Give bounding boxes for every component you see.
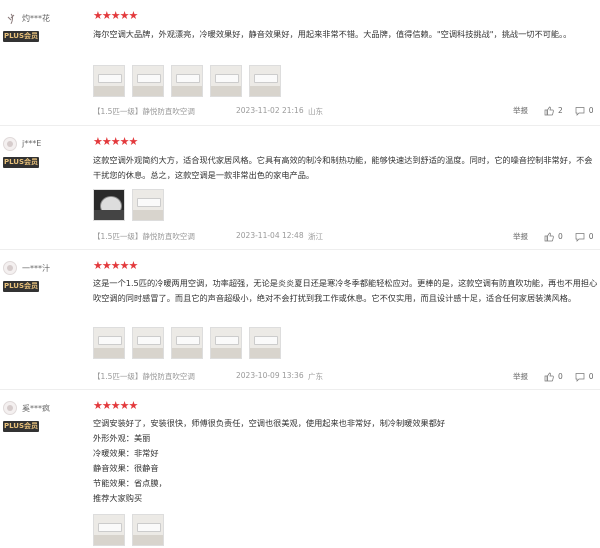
plus-member-badge: PLUS会员 — [3, 31, 39, 42]
comment-count: 0 — [588, 232, 594, 241]
reviewer-name: 奚***疯 — [22, 404, 50, 413]
report-link[interactable]: 举报 — [513, 231, 528, 242]
review-photos — [93, 514, 164, 548]
avatar[interactable] — [3, 401, 17, 415]
review-location: 山东 — [308, 107, 323, 116]
detail-line: 静音效果：很静音 — [93, 463, 159, 473]
avatar[interactable] — [3, 261, 17, 275]
product-spec: 【1.5匹一级】静悦防直吹空调 — [93, 107, 195, 116]
review-text: 空调安装好了，安装很快，师傅很负责任，空调也很美观，使用起来也非常好，制冷制暖效… — [93, 418, 446, 428]
review-photo[interactable] — [132, 189, 164, 221]
rating-stars: ★★★★★ — [93, 259, 138, 272]
review-actions: 举报 0 0 — [513, 371, 594, 382]
detail-line: 外形外观：美丽 — [93, 433, 151, 443]
review-photos — [93, 65, 281, 99]
reviewer-name: 一***汁 — [22, 264, 50, 273]
review-photo[interactable] — [93, 327, 125, 359]
review-text: 这款空调外观简约大方，适合现代家居风格。它具有高效的制冷和制热功能，能够快速达到… — [93, 155, 593, 180]
plus-member-badge: PLUS会员 — [3, 421, 39, 432]
review-photo[interactable] — [93, 65, 125, 97]
comment-count: 0 — [588, 372, 594, 381]
review-text: 这是一个1.5匹的冷暖两用空调，功率超强，无论是炎炎夏日还是寒冷冬季都能轻松应对… — [93, 278, 598, 303]
review-item: j***E PLUS会员 ★★★★★ 这款空调外观简约大方，适合现代家居风格。它… — [0, 126, 600, 250]
review-detail-lines: 外形外观：美丽 冷暖效果：非常好 静音效果：很静音 节能效果：省点膜， 推荐大家… — [93, 431, 167, 506]
thumbs-up-icon[interactable] — [544, 372, 554, 382]
report-link[interactable]: 举报 — [513, 371, 528, 382]
rating-stars: ★★★★★ — [93, 399, 138, 412]
review-photo[interactable] — [171, 65, 203, 97]
report-link[interactable]: 举报 — [513, 105, 528, 116]
avatar[interactable] — [3, 11, 17, 25]
review-photo[interactable] — [249, 327, 281, 359]
comment-icon[interactable] — [575, 372, 585, 382]
reviewer-name: j***E — [22, 139, 42, 148]
review-photo[interactable] — [249, 65, 281, 97]
detail-line: 冷暖效果：非常好 — [93, 448, 159, 458]
review-photo[interactable] — [171, 327, 203, 359]
detail-line: 节能效果：省点膜， — [93, 478, 167, 488]
review-text: 海尔空调大品牌，外观漂亮，冷暖效果好，静音效果好，用起来非常不错。大品牌，值得信… — [93, 29, 572, 39]
thumbs-up-icon[interactable] — [544, 106, 554, 116]
review-actions: 举报 0 0 — [513, 231, 594, 242]
product-spec: 【1.5匹一级】静悦防直吹空调 — [93, 372, 195, 381]
reviewer-name: 灼***花 — [22, 14, 50, 23]
review-photos — [93, 327, 281, 361]
review-photo[interactable] — [210, 65, 242, 97]
product-spec: 【1.5匹一级】静悦防直吹空调 — [93, 232, 195, 241]
avatar[interactable] — [3, 137, 17, 151]
review-date: 2023-10-09 13:36 — [236, 371, 304, 380]
review-date: 2023-11-02 21:16 — [236, 106, 304, 115]
plus-member-badge: PLUS会员 — [3, 281, 39, 292]
review-photo[interactable] — [93, 514, 125, 546]
comment-icon[interactable] — [575, 232, 585, 242]
review-location: 广东 — [308, 372, 323, 381]
like-count: 0 — [558, 232, 563, 241]
like-count: 0 — [558, 372, 563, 381]
review-actions: 举报 2 0 — [513, 105, 594, 116]
detail-line: 推荐大家购买 — [93, 493, 143, 503]
review-photo[interactable] — [132, 65, 164, 97]
review-location: 浙江 — [308, 232, 323, 241]
review-item: 灼***花 PLUS会员 ★★★★★ 海尔空调大品牌，外观漂亮，冷暖效果好，静音… — [0, 0, 600, 126]
plus-member-badge: PLUS会员 — [3, 157, 39, 168]
review-item: 奚***疯 PLUS会员 ★★★★★ 空调安装好了，安装很快，师傅很负责任，空调… — [0, 390, 600, 546]
review-photo[interactable] — [132, 327, 164, 359]
flower-avatar-icon — [7, 13, 15, 24]
thumbs-up-icon[interactable] — [544, 232, 554, 242]
rating-stars: ★★★★★ — [93, 9, 138, 22]
review-date: 2023-11-04 12:48 — [236, 231, 304, 240]
review-photo[interactable] — [210, 327, 242, 359]
comment-count: 0 — [588, 106, 594, 115]
comment-icon[interactable] — [575, 106, 585, 116]
rating-stars: ★★★★★ — [93, 135, 138, 148]
review-photo[interactable] — [93, 189, 125, 221]
like-count: 2 — [558, 106, 563, 115]
review-photo[interactable] — [132, 514, 164, 546]
review-item: 一***汁 PLUS会员 ★★★★★ 这是一个1.5匹的冷暖两用空调，功率超强，… — [0, 250, 600, 390]
review-photos — [93, 189, 164, 223]
